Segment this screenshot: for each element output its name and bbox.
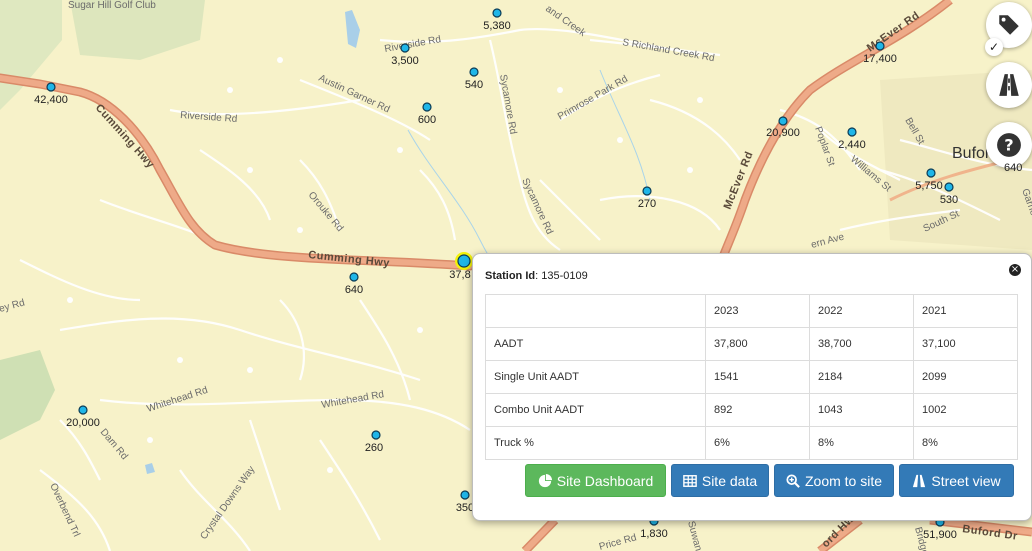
table-row: Single Unit AADT 1541 2184 2099 (485, 360, 1018, 394)
station-count-label: 37,8 (449, 269, 470, 281)
table-row: AADT 37,800 38,700 37,100 (485, 327, 1018, 361)
station-count-label: 530 (940, 194, 958, 206)
table-cell: 8% (913, 426, 1018, 460)
site-data-label: Site data (701, 472, 758, 489)
table-row: Combo Unit AADT 892 1043 1002 (485, 393, 1018, 427)
zoom-in-icon (786, 473, 800, 488)
road-icon (913, 474, 926, 487)
table-cell: 1002 (913, 393, 1018, 427)
table-cell: 1043 (809, 393, 914, 427)
road-toggle-button[interactable] (986, 62, 1032, 108)
table-cell: 37,100 (913, 327, 1018, 361)
station-count-label: 42,400 (34, 94, 68, 106)
table-header-cell: 2022 (809, 294, 914, 328)
station-count-label: 3,500 (391, 55, 419, 67)
station-count-label: 20,000 (66, 417, 100, 429)
traffic-station-marker[interactable] (78, 405, 88, 415)
traffic-station-marker[interactable] (422, 102, 432, 112)
traffic-station-marker[interactable] (469, 67, 479, 77)
pie-chart-icon (538, 473, 552, 487)
table-cell: Combo Unit AADT (485, 393, 706, 427)
traffic-station-marker[interactable] (460, 490, 470, 500)
station-id-value: : 135-0109 (535, 270, 588, 282)
station-count-label: 5,750 (915, 180, 943, 192)
traffic-station-marker[interactable] (349, 272, 359, 282)
street-view-button[interactable]: Street view (899, 464, 1014, 497)
traffic-station-marker[interactable] (400, 43, 410, 53)
table-cell: 37,800 (705, 327, 810, 361)
traffic-station-marker[interactable] (371, 430, 381, 440)
table-cell: 6% (705, 426, 810, 460)
traffic-station-marker[interactable] (847, 127, 857, 137)
table-cell: 1541 (705, 360, 810, 394)
table-header-cell: 2021 (913, 294, 1018, 328)
station-count-label: 640 (1004, 162, 1023, 174)
table-header-cell: 2023 (705, 294, 810, 328)
station-count-label: 270 (638, 198, 656, 210)
city-label: Bufor (952, 145, 991, 162)
svg-text:?: ? (1004, 135, 1013, 154)
station-count-label: 20,900 (766, 127, 800, 139)
site-dashboard-label: Site Dashboard (556, 472, 654, 489)
traffic-station-marker[interactable] (926, 168, 936, 178)
zoom-to-site-label: Zoom to site (804, 472, 883, 489)
station-count-label: 540 (465, 79, 483, 91)
traffic-station-marker[interactable] (778, 116, 788, 126)
street-view-label: Street view (931, 472, 1001, 489)
traffic-station-marker[interactable] (492, 8, 502, 18)
site-dashboard-button[interactable]: Site Dashboard (525, 464, 666, 497)
station-count-label: 5,380 (483, 20, 511, 32)
station-count-label: 600 (418, 114, 436, 126)
station-count-label: 640 (345, 284, 363, 296)
traffic-station-marker[interactable] (46, 82, 56, 92)
traffic-station-marker[interactable] (457, 254, 471, 268)
golf-club-label: Sugar Hill Golf Club (68, 0, 156, 11)
table-cell: 38,700 (809, 327, 914, 361)
help-icon: ? (997, 133, 1021, 157)
station-id: Station Id: 135-0109 (485, 270, 588, 282)
station-id-label: Station Id (485, 270, 536, 282)
station-count-label: 51,900 (923, 529, 957, 541)
road-icon (999, 74, 1019, 96)
table-icon (683, 474, 697, 487)
station-count-label: 1,830 (640, 528, 668, 540)
table-cell: 2099 (913, 360, 1018, 394)
station-data-table: 2023 2022 2021 AADT 37,800 38,700 37,100… (485, 294, 1018, 460)
popup-actions: Site Dashboard Site data Zoom to site St… (525, 464, 1014, 497)
table-header-cell (485, 294, 706, 328)
close-popup-button[interactable]: × (1009, 264, 1021, 276)
tag-checkmark[interactable]: ✓ (985, 38, 1003, 56)
station-count-label: 260 (365, 442, 383, 454)
table-row: Truck % 6% 8% 8% (485, 426, 1018, 460)
table-cell: Single Unit AADT (485, 360, 706, 394)
table-cell: Truck % (485, 426, 706, 460)
site-data-button[interactable]: Site data (671, 464, 769, 497)
station-count-label: 17,400 (863, 53, 897, 65)
table-header-row: 2023 2022 2021 (485, 294, 1018, 328)
traffic-station-marker[interactable] (944, 182, 954, 192)
table-cell: AADT (485, 327, 706, 361)
table-cell: 8% (809, 426, 914, 460)
traffic-station-marker[interactable] (875, 41, 885, 51)
table-cell: 892 (705, 393, 810, 427)
traffic-station-marker[interactable] (642, 186, 652, 196)
station-count-label: 2,440 (838, 139, 866, 151)
station-popup: × Station Id: 135-0109 2023 2022 2021 AA… (472, 253, 1032, 521)
tag-icon (999, 15, 1019, 35)
zoom-to-site-button[interactable]: Zoom to site (774, 464, 894, 497)
table-cell: 2184 (809, 360, 914, 394)
